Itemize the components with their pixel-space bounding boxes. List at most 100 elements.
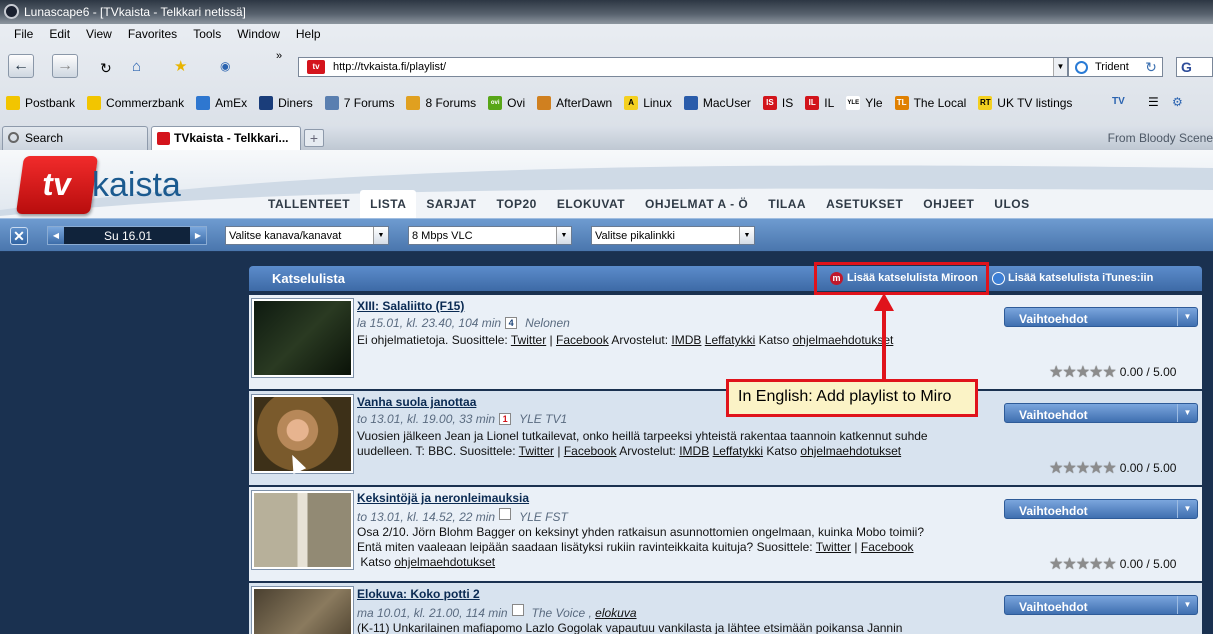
chevron-down-icon[interactable]: ▼ [1177,308,1197,326]
nav-ohjeet[interactable]: OHJEET [913,190,984,218]
date-picker[interactable]: ◀ Su 16.01 ▶ [47,226,207,245]
chevron-down-icon[interactable]: ▼ [1177,404,1197,422]
engine-switch[interactable]: Trident ↻ [1068,57,1163,77]
next-day-icon[interactable]: ▶ [190,227,206,244]
engine-refresh-icon[interactable]: ↻ [1142,59,1160,75]
quality-select[interactable]: 8 Mbps VLC ▼ [408,226,572,245]
menu-view[interactable]: View [86,27,112,46]
address-bar[interactable]: tv http://tvkaista.fi/playlist/ ▼ [298,57,1068,77]
channel-select[interactable]: Valitse kanava/kanavat ▼ [225,226,389,245]
bookmark-item[interactable]: 8 Forums [406,92,476,114]
options-dropdown[interactable]: Vaihtoehdot ▼ [1004,307,1198,327]
ovi-icon: ovi [488,96,503,110]
address-dropdown-icon[interactable]: ▼ [1053,58,1067,76]
program-title[interactable]: Keksintöjä ja neronleimauksia [357,491,529,505]
program-meta: to 13.01, kl. 19.00, 33 min 1 YLE TV1 [357,412,567,426]
imdb-link[interactable]: IMDB [679,444,709,458]
menu-window[interactable]: Window [237,27,280,46]
menu-edit[interactable]: Edit [49,27,70,46]
thelocal-icon: TL [894,96,909,110]
program-genre-link[interactable]: elokuva [595,606,636,620]
bookmark-item[interactable]: AmEx [196,92,247,114]
menu-tools[interactable]: Tools [193,27,221,46]
previous-day-icon[interactable]: ◀ [48,227,64,244]
chevron-down-icon[interactable]: ▼ [1177,596,1197,614]
program-thumbnail[interactable] [251,586,354,634]
leffatykki-link[interactable]: Leffatykki [705,333,755,347]
nav-elokuvat[interactable]: ELOKUVAT [547,190,635,218]
options-dropdown[interactable]: Vaihtoehdot ▼ [1004,595,1198,615]
feeds-button[interactable]: ◉ [220,59,230,73]
back-button[interactable]: ← [8,54,34,78]
rating-stars-icon[interactable]: ★★★★★ [1049,460,1117,477]
reload-button[interactable]: ↻ [100,60,112,77]
program-title[interactable]: XIII: Salaliitto (F15) [357,299,464,313]
facebook-link[interactable]: Facebook [556,333,609,347]
nav-sarjat[interactable]: SARJAT [416,190,486,218]
tab-tvkaista[interactable]: TVkaista - Telkkari... [151,126,301,150]
menu-file[interactable]: File [14,27,33,46]
google-search-box[interactable]: G [1176,57,1213,77]
close-filter-button[interactable]: ✕ [10,227,28,245]
program-thumbnail[interactable] [251,490,354,570]
bookmark-label: Diners [278,96,313,110]
bookmark-item[interactable]: ovi Ovi [488,92,525,114]
page-menu-icon[interactable]: ☰ [1148,95,1159,109]
bookmark-item[interactable]: IL IL [805,92,834,114]
bookmark-label: Yle [865,96,883,110]
rating-stars-icon[interactable]: ★★★★★ [1049,364,1117,381]
toolbar-overflow-button[interactable]: » [276,50,282,62]
facebook-link[interactable]: Facebook [861,540,914,554]
program-title[interactable]: Vanha suola janottaa [357,395,476,409]
tab-search[interactable]: Search [2,126,148,150]
new-tab-button[interactable]: + [304,129,324,147]
add-to-itunes-button[interactable]: Lisää katselulista iTunes:iin [992,272,1153,285]
bookmark-item[interactable]: Postbank [6,92,75,114]
facebook-link[interactable]: Facebook [564,444,617,458]
bookmark-item[interactable]: RT UK TV listings [978,92,1072,114]
settings-gear-icon[interactable]: ⚙ [1172,95,1183,109]
bookmark-item[interactable]: A Linux [624,92,672,114]
nav-tilaa[interactable]: TILAA [758,190,816,218]
nav-top20[interactable]: TOP20 [487,190,547,218]
nav-asetukset[interactable]: ASETUKSET [816,190,913,218]
bookmark-item[interactable]: Diners [259,92,313,114]
options-dropdown[interactable]: Vaihtoehdot ▼ [1004,403,1198,423]
imdb-link[interactable]: IMDB [671,333,701,347]
bookmark-item[interactable]: MacUser [683,92,751,114]
bookmark-item[interactable]: IS IS [762,92,793,114]
nav-ohjelmat[interactable]: OHJELMAT A - Ö [635,190,758,218]
rating-stars-icon[interactable]: ★★★★★ [1049,556,1117,573]
menu-favorites[interactable]: Favorites [128,27,177,46]
nav-lista[interactable]: LISTA [360,190,417,218]
leffatykki-link[interactable]: Leffatykki [713,444,763,458]
bookmark-item[interactable]: AfterDawn [537,92,612,114]
nav-tallenteet[interactable]: TALLENTEET [258,190,360,218]
menu-help[interactable]: Help [296,27,321,46]
twitter-link[interactable]: Twitter [816,540,851,554]
program-thumbnail[interactable] [251,298,354,378]
site-logo[interactable]: tv [15,156,99,214]
program-title[interactable]: Elokuva: Koko potti 2 [357,587,480,601]
nav-ulos[interactable]: ULOS [984,190,1039,218]
options-dropdown[interactable]: Vaihtoehdot ▼ [1004,499,1198,519]
favorites-button[interactable]: ★ [174,57,187,75]
rating: ★★★★★ 0.00 / 5.00 [1049,458,1176,478]
ohjelmaehdotukset-link[interactable]: ohjelmaehdotukset [394,555,495,569]
bookmark-label: AmEx [215,96,248,110]
macuser-icon [683,96,698,110]
forward-button[interactable]: → [52,54,78,78]
tv-toolbar-icon[interactable]: TV [1112,96,1125,107]
home-button[interactable]: ⌂ [132,58,141,75]
chevron-down-icon[interactable]: ▼ [1177,500,1197,518]
description-separator: Katso [755,333,793,347]
bookmark-item[interactable]: TL The Local [894,92,966,114]
twitter-link[interactable]: Twitter [511,333,546,347]
bookmark-item[interactable]: 7 Forums [324,92,394,114]
bookmark-item[interactable]: YLE Yle [846,92,883,114]
twitter-link[interactable]: Twitter [519,444,554,458]
quicklink-select[interactable]: Valitse pikalinkki ▼ [591,226,755,245]
ohjelmaehdotukset-link[interactable]: ohjelmaehdotukset [800,444,901,458]
bookmark-item[interactable]: Commerzbank [87,92,184,114]
ohjelmaehdotukset-link[interactable]: ohjelmaehdotukset [793,333,894,347]
